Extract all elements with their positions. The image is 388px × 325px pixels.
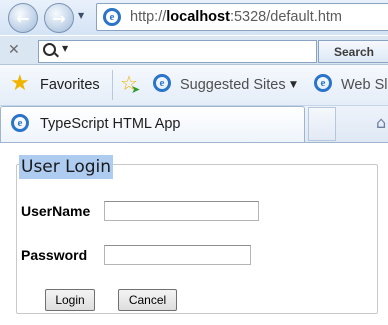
login-button[interactable]: Login	[45, 289, 95, 311]
search-button[interactable]: Search	[318, 40, 388, 63]
tab-title[interactable]: TypeScript HTML App	[40, 116, 181, 132]
forward-button[interactable]: →	[44, 3, 74, 33]
favorites-button[interactable]: Favorites	[40, 77, 100, 93]
search-provider-dropdown-icon[interactable]: ▼	[62, 44, 68, 53]
recent-pages-dropdown-icon[interactable]: ▼	[78, 11, 88, 21]
cancel-button[interactable]: Cancel	[118, 289, 177, 311]
address-bar[interactable]: e http://localhost:5328/default.htm	[96, 3, 388, 31]
login-legend: User Login	[19, 155, 114, 179]
suggested-sites-icon: e	[153, 74, 171, 92]
suggested-sites-button[interactable]: Suggested Sites	[180, 77, 286, 93]
forward-arrow-icon: →	[52, 8, 66, 28]
home-icon[interactable]: ⌂	[376, 113, 386, 132]
search-input[interactable]	[38, 40, 317, 63]
chevron-down-icon[interactable]: ▼	[290, 80, 297, 90]
username-label: UserName	[21, 203, 91, 219]
web-slice-icon: e	[314, 74, 332, 92]
address-url[interactable]: http://localhost:5328/default.htm	[130, 9, 342, 25]
toolbar-separator	[112, 70, 113, 100]
magnifier-icon[interactable]	[43, 43, 56, 56]
username-input[interactable]	[104, 201, 259, 221]
new-tab-button[interactable]	[308, 107, 336, 141]
web-slice-gallery-button[interactable]: Web Sl	[341, 77, 387, 93]
tab-favicon-icon: e	[11, 114, 29, 132]
star-icon[interactable]: ★	[10, 73, 30, 95]
back-button[interactable]: ←	[8, 3, 38, 33]
close-icon[interactable]: ✕	[8, 42, 20, 58]
add-arrow-icon: ➤	[131, 83, 141, 96]
ie-logo-icon: e	[103, 8, 121, 26]
back-arrow-icon: ←	[16, 8, 30, 28]
password-label: Password	[21, 247, 88, 263]
password-input[interactable]	[104, 245, 251, 265]
